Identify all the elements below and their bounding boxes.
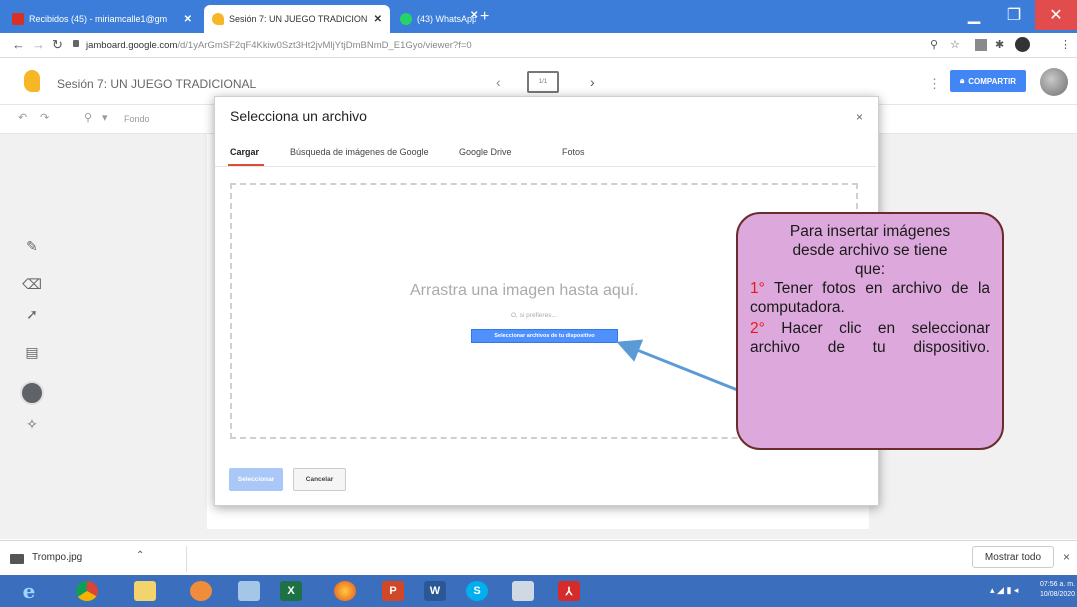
browser-menu-icon[interactable]: ⋮ [1060, 38, 1071, 51]
tab-whatsapp-title: (43) WhatsApp [417, 14, 476, 24]
step-text: Tener fotos en archivo de la computadora… [750, 280, 991, 316]
download-bar-close-icon[interactable]: × [1063, 550, 1070, 564]
url-field[interactable]: jamboard.google.com/d/1yArGmSF2qF4Kkiw0S… [86, 40, 472, 51]
sticky-note-icon[interactable]: ▤ [22, 344, 42, 361]
firefox-icon[interactable] [328, 578, 362, 604]
tab-jamboard-title: Sesión 7: UN JUEGO TRADICION [229, 14, 368, 24]
share-label: COMPARTIR [968, 76, 1017, 86]
tab-google-image-search[interactable]: Búsqueda de imágenes de Google [290, 147, 429, 157]
download-file-name[interactable]: Trompo.jpg [32, 552, 82, 563]
share-button[interactable]: 🔒︎ COMPARTIR [950, 70, 1026, 92]
powerpoint-icon[interactable]: P [376, 578, 410, 604]
tab-close-icon[interactable]: ✕ [368, 14, 382, 25]
select-pointer-icon[interactable]: ➚ [22, 306, 42, 323]
jamboard-icon [212, 13, 224, 25]
add-image-icon[interactable] [20, 381, 44, 405]
lock-icon [73, 40, 79, 47]
taskbar-clock[interactable]: 07:56 a. m. 10/08/2020 [1040, 580, 1075, 600]
dialog-close-icon[interactable]: × [856, 110, 863, 124]
step-number: 2° [750, 320, 765, 337]
eraser-icon[interactable]: ⌫ [22, 276, 42, 293]
select-device-files-button[interactable]: Seleccionar archivos de tu dispositivo [471, 329, 618, 343]
tab-gmail[interactable]: Recibidos (45) - miriamcalle1@gm ✕ [4, 5, 200, 33]
divider [186, 546, 187, 572]
show-all-button[interactable]: Mostrar todo [972, 546, 1054, 568]
callout-line: Para insertar imágenes [789, 223, 951, 240]
profile-avatar[interactable] [1015, 37, 1030, 52]
internet-explorer-icon[interactable]: e [12, 578, 46, 604]
reload-icon[interactable]: ↻ [52, 37, 63, 53]
or-text: O, si prefieres... [511, 312, 557, 319]
step-text: Hacer clic en seleccionar archivo de tu … [750, 320, 990, 356]
download-bar [0, 540, 1077, 575]
undo-icon[interactable]: ↶ [18, 111, 27, 124]
tab-close-icon[interactable]: ✕ [178, 14, 192, 25]
callout-step-2: 2° Hacer clic en seleccionar archivo de … [750, 319, 990, 357]
minimize-icon[interactable]: ▁ [954, 0, 994, 30]
more-options-icon[interactable]: ⋮ [928, 76, 941, 92]
zoom-icon[interactable]: ⚲ [930, 38, 938, 51]
new-tab-button[interactable]: + [480, 8, 489, 26]
lock-icon: 🔒︎ [959, 76, 965, 85]
dialog-title: Selecciona un archivo [230, 108, 367, 124]
back-arrow-icon[interactable]: ← [12, 37, 25, 52]
acrobat-icon[interactable]: ⅄ [552, 578, 586, 604]
callout-line: desde archivo se tiene [792, 242, 948, 259]
url-host: jamboard.google.com [86, 40, 178, 51]
user-avatar[interactable] [1040, 68, 1068, 96]
clock-date: 10/08/2020 [1040, 591, 1076, 598]
pen-icon[interactable]: ✎ [22, 238, 42, 255]
frame-indicator[interactable]: 1/1 [527, 71, 559, 93]
gmail-icon [12, 13, 24, 25]
tab-gmail-title: Recibidos (45) - miriamcalle1@gm [29, 14, 168, 24]
next-frame-icon[interactable]: › [590, 74, 595, 90]
zoom-icon[interactable]: ⚲ [84, 111, 92, 124]
forward-arrow-icon[interactable]: → [32, 37, 45, 52]
jamboard-logo-icon[interactable] [24, 70, 40, 92]
tab-google-drive[interactable]: Google Drive [459, 147, 512, 157]
chevron-up-icon[interactable]: ⌃ [136, 550, 144, 561]
bookmark-star-icon[interactable]: ☆ [950, 38, 960, 51]
tab-close-icon[interactable]: ✕ [470, 10, 478, 21]
skype-icon[interactable]: S [460, 578, 494, 604]
step-number: 1° [750, 280, 765, 297]
cancel-button[interactable]: Cancelar [293, 468, 346, 491]
image-file-icon [10, 554, 24, 564]
clock-time: 07:56 a. m. [1040, 581, 1076, 588]
word-icon[interactable]: W [418, 578, 452, 604]
network-drive-icon[interactable] [506, 578, 540, 604]
chrome-icon[interactable] [70, 578, 104, 604]
redo-icon[interactable]: ↷ [40, 111, 49, 124]
tab-jamboard[interactable]: Sesión 7: UN JUEGO TRADICION ✕ [204, 5, 390, 33]
extension-icon[interactable] [975, 39, 987, 51]
system-tray[interactable]: ▴ ◢ ▮ ◂ [990, 585, 1018, 596]
jam-title[interactable]: Sesión 7: UN JUEGO TRADICIONAL [57, 77, 256, 91]
drop-zone-text: Arrastra una imagen hasta aquí. [410, 282, 639, 299]
instruction-callout: Para insertar imágenes desde archivo se … [736, 212, 1004, 450]
tab-whatsapp[interactable]: (43) WhatsApp [392, 5, 476, 33]
laser-icon[interactable]: ✧ [22, 416, 42, 433]
dialog-divider [215, 166, 876, 167]
select-button[interactable]: Seleccionar [229, 468, 283, 491]
whatsapp-icon [400, 13, 412, 25]
tab-upload[interactable]: Cargar [230, 147, 259, 157]
callout-line: que: [854, 261, 886, 278]
file-explorer-icon[interactable] [128, 578, 162, 604]
window-close-icon[interactable]: ✕ [1035, 0, 1077, 30]
zoom-dropdown-icon[interactable]: ▾ [102, 111, 108, 124]
paint-hand-icon[interactable] [184, 578, 218, 604]
notepad-icon[interactable] [232, 578, 266, 604]
callout-step-1: 1° Tener fotos en archivo de la computad… [750, 279, 990, 317]
extensions-puzzle-icon[interactable]: ✱ [995, 38, 1004, 51]
prev-frame-icon[interactable]: ‹ [496, 74, 501, 90]
tab-photos[interactable]: Fotos [562, 147, 585, 157]
url-path: /d/1yArGmSF2qF4Kkiw0Szt3Ht2jvMljYtjDmBNm… [177, 40, 472, 51]
background-button[interactable]: Fondo [124, 114, 150, 124]
excel-icon[interactable]: X [274, 578, 308, 604]
maximize-icon[interactable]: ❐ [994, 0, 1034, 30]
